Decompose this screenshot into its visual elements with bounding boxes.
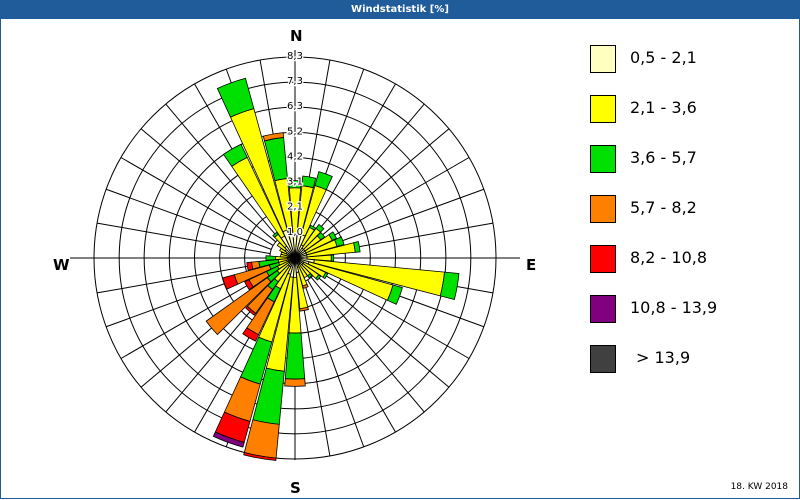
legend-label: 5,7 - 8,2 bbox=[630, 198, 697, 217]
petal-segment-10-class-2 bbox=[301, 175, 317, 189]
grid-spoke bbox=[310, 276, 425, 413]
compass-west-label: W bbox=[53, 256, 70, 274]
legend-label: 10,8 - 13,9 bbox=[630, 298, 718, 317]
compass-south-label: S bbox=[290, 479, 301, 497]
petal-segment-190-class-3 bbox=[243, 419, 280, 459]
petal-segment-260-class-4 bbox=[246, 261, 254, 271]
ring-label: 7,3 bbox=[287, 76, 303, 87]
legend-label: 3,6 - 5,7 bbox=[630, 148, 697, 167]
grid-spoke bbox=[303, 281, 365, 448]
grid-spoke bbox=[96, 222, 271, 255]
legend-label: 0,5 - 2,1 bbox=[630, 48, 697, 67]
ring-label: 5,2 bbox=[287, 126, 303, 137]
petal-segment-270-class-2 bbox=[265, 255, 277, 261]
grid-spoke bbox=[313, 128, 450, 243]
compass-east-label: E bbox=[526, 256, 537, 274]
legend-swatch bbox=[590, 145, 616, 173]
ring-label: 1,0 bbox=[287, 227, 303, 238]
legend-swatch bbox=[590, 95, 616, 123]
grid-spoke bbox=[316, 157, 470, 246]
grid-spoke bbox=[307, 83, 396, 237]
grid-spoke bbox=[318, 188, 485, 250]
ring-label: 6,3 bbox=[287, 101, 303, 112]
petal-segment-180-class-2 bbox=[284, 332, 306, 380]
legend-label: > 13,9 bbox=[636, 348, 691, 367]
ring-label: 2,1 bbox=[287, 202, 303, 213]
compass-north-label: N bbox=[290, 27, 303, 45]
legend-label: 2,1 - 3,6 bbox=[630, 98, 697, 117]
ring-label: 3,1 bbox=[287, 177, 303, 188]
period-label: 18. KW 2018 bbox=[730, 482, 788, 492]
legend-swatch bbox=[590, 195, 616, 223]
grid-spoke bbox=[307, 279, 396, 433]
legend-swatch bbox=[590, 245, 616, 273]
petal-segment-180-class-3 bbox=[284, 378, 306, 387]
grid-spoke bbox=[105, 188, 272, 250]
grid-spoke bbox=[310, 103, 425, 240]
legend-swatch bbox=[590, 45, 616, 73]
petal-segment-90-class-2 bbox=[330, 254, 335, 262]
legend-swatch bbox=[590, 345, 616, 373]
legend-swatch bbox=[590, 295, 616, 323]
ring-label: 4,2 bbox=[287, 152, 303, 163]
ring-label: 8,3 bbox=[287, 51, 303, 62]
legend-label: 8,2 - 10,8 bbox=[630, 248, 708, 267]
